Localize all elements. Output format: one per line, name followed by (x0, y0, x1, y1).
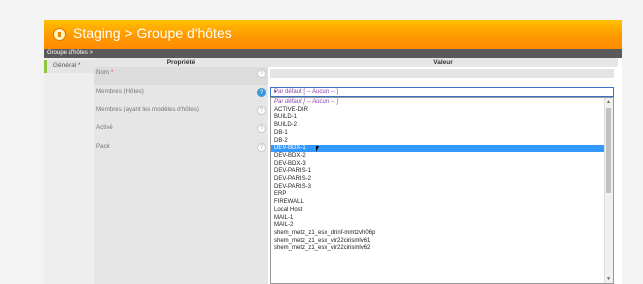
app-window: Staging > Groupe d'hôtes Groupe d'hôtes … (44, 20, 622, 284)
row-pack-label: Pack (96, 143, 110, 150)
scroll-down-icon[interactable]: ▼ (606, 276, 611, 282)
scrollbar-thumb[interactable] (606, 108, 611, 193)
dropdown-option[interactable]: MAIL-1 (274, 215, 293, 222)
dropdown-option[interactable]: shem_metz_z1_esx_vir22cirismlv62 (274, 245, 370, 252)
help-icon[interactable]: ? (257, 69, 266, 78)
dropdown-option[interactable]: shem_metz_z1_esx_vir22cirismlv61 (274, 238, 370, 245)
name-field[interactable] (270, 69, 614, 78)
dropdown-scrollbar[interactable]: ▲ ▼ (604, 98, 613, 283)
dropdown-option[interactable]: BUILD-2 (274, 122, 297, 129)
dropdown-option[interactable]: MAIL-2 (274, 222, 293, 229)
dropdown-option[interactable]: FIREWALL (274, 199, 304, 206)
dropdown-option[interactable]: DEV-PARIS-1 (274, 168, 311, 175)
dropdown-option[interactable]: DB-1 (274, 130, 288, 137)
row-pack: Pack ? (94, 141, 268, 159)
help-icon[interactable]: ? (257, 88, 266, 97)
dropdown-option[interactable]: shem_metz_z1_esx_drinf-mmtzvh06p (274, 230, 375, 237)
row-members-templates-label: Membres (ayant les modèles d'hôtes) (96, 106, 199, 113)
mouse-cursor-icon (316, 146, 322, 152)
chevron-down-icon[interactable]: ▾ (274, 89, 610, 96)
column-header-value: Valeur (268, 58, 618, 67)
dropdown-option[interactable]: ACTIVE-DIR (274, 107, 308, 114)
sidebar: Général * (44, 58, 94, 284)
help-icon[interactable]: ? (257, 143, 266, 152)
dropdown-option[interactable]: DB-2 (274, 138, 288, 145)
page-title: Staging > Groupe d'hôtes (73, 25, 232, 41)
properties-table: Propriété Valeur Nom * ? Membres (Hôtes)… (94, 58, 622, 284)
dropdown-option[interactable]: DEV-BDX-2 (274, 153, 306, 160)
help-icon[interactable]: ? (257, 106, 266, 115)
members-hosts-select[interactable]: Par défaut [ -- Aucun -- ] ▾ (270, 87, 614, 97)
dropdown-option[interactable]: DEV-PARIS-2 (274, 176, 311, 183)
members-dropdown-list[interactable]: Par défaut [ -- Aucun -- ] ACTIVE-DIR BU… (270, 97, 614, 284)
row-members-hosts-label: Membres (Hôtes) (96, 88, 144, 95)
dropdown-option[interactable]: BUILD-1 (274, 114, 297, 121)
column-header-property: Propriété (94, 58, 268, 67)
app-header: Staging > Groupe d'hôtes (44, 20, 622, 49)
help-icon[interactable]: ? (257, 124, 266, 133)
dropdown-option[interactable]: DEV-PARIS-3 (274, 184, 311, 191)
dropdown-option[interactable]: Local Host (274, 207, 302, 214)
value-column: Par défaut [ -- Aucun -- ] ▾ Par défaut … (268, 67, 618, 284)
dropdown-option[interactable]: DEV-BDX-3 (274, 161, 306, 168)
tab-general[interactable]: Général * (44, 60, 94, 73)
dropdown-option[interactable]: ERP (274, 191, 286, 198)
scroll-up-icon[interactable]: ▲ (606, 99, 611, 105)
app-logo-icon (53, 28, 66, 41)
dropdown-option-highlighted[interactable]: DEV-BDX-1 (274, 145, 306, 152)
row-name-label: Nom (96, 69, 110, 76)
row-name: Nom * ? (94, 67, 268, 85)
row-members-templates: Membres (ayant les modèles d'hôtes) ? (94, 104, 268, 122)
row-members-hosts: Membres (Hôtes) ? (94, 86, 268, 104)
dropdown-option[interactable]: Par défaut [ -- Aucun -- ] (274, 99, 338, 106)
required-marker: * (110, 69, 114, 76)
breadcrumb-bar: Groupe d'hôtes > (44, 49, 622, 58)
tab-general-label: Général * (53, 62, 81, 69)
row-enabled-label: Activé (96, 124, 113, 131)
row-enabled: Activé ? (94, 122, 268, 140)
breadcrumb[interactable]: Groupe d'hôtes > (47, 49, 93, 58)
